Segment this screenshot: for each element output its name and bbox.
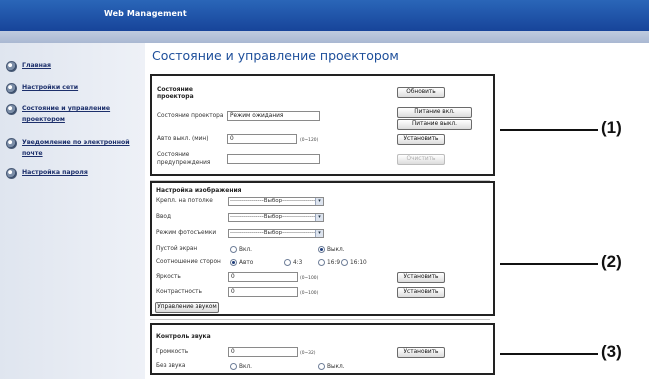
status-section: Состояние проектора Обновить Питание вкл… [150, 74, 495, 176]
app-title: Web Management [104, 9, 187, 18]
image-section: Настройка изображения Крепл. на потолке … [150, 181, 495, 316]
aspect-auto-label: Авто [239, 259, 254, 266]
image-heading: Настройка изображения [156, 187, 242, 194]
mute-off-label: Выкл. [327, 363, 345, 370]
sidebar-item-label[interactable]: Главная [22, 60, 137, 71]
mute-off-radio[interactable]: Выкл. [318, 363, 345, 370]
mute-label: Без звука [156, 363, 186, 369]
contrast-input[interactable]: 0 [228, 287, 298, 297]
bullet-icon [6, 104, 17, 115]
chevron-down-icon: ▾ [315, 214, 323, 221]
contrast-hint: (0~100) [300, 291, 319, 296]
sound-control-button[interactable]: Управление звуком [155, 302, 219, 313]
brightness-input[interactable]: 0 [228, 272, 298, 282]
blank-on-radio[interactable]: Вкл. [230, 246, 252, 253]
volume-label: Громкость [156, 349, 189, 355]
blank-screen-label: Пустой экран [156, 246, 198, 252]
page-title: Состояние и управление проектором [152, 48, 399, 63]
aspect-auto-radio[interactable]: Авто [230, 259, 253, 266]
sidebar-item-home[interactable]: Главная [6, 60, 137, 72]
aspect-16-9-label: 16:9 [327, 259, 341, 266]
radio-icon [284, 259, 291, 266]
callout-line-1 [500, 129, 598, 131]
auto-off-label: Авто выкл. (мин) [157, 136, 209, 142]
aspect-16-9-radio[interactable]: 16:9 [318, 259, 340, 266]
chevron-down-icon: ▾ [315, 230, 323, 237]
input-select-value: -----------------Выбор----------------- [230, 214, 316, 220]
input-select[interactable]: -----------------Выбор----------------- … [228, 213, 324, 222]
sidebar-item-projector[interactable]: Состояние и управление проектором [6, 103, 137, 125]
sidebar-item-label[interactable]: Настройка пароля [22, 167, 137, 178]
radio-selected-icon [230, 259, 237, 266]
bullet-icon [6, 61, 17, 72]
projector-state-field[interactable]: Режим ожидания [227, 111, 320, 121]
radio-icon [230, 246, 237, 253]
volume-input[interactable]: 0 [228, 347, 298, 357]
clear-button[interactable]: Очистить [397, 154, 445, 165]
radio-icon [230, 363, 237, 370]
aspect-4-3-label: 4:3 [293, 259, 303, 266]
sidebar-item-email[interactable]: Уведомление по электронной почте [6, 137, 137, 159]
projector-state-label: Состояние проектора [157, 113, 224, 119]
blank-on-label: Вкл. [239, 246, 253, 253]
callout-line-3 [500, 353, 598, 355]
auto-off-set-button[interactable]: Установить [397, 134, 445, 145]
bullet-icon [6, 168, 17, 179]
ceiling-select-value: -----------------Выбор----------------- [230, 198, 316, 204]
input-label: Ввод [156, 214, 171, 220]
sub-header-bar [0, 31, 649, 43]
sound-section: Контроль звука Громкость 0 (0~32) Устано… [150, 323, 495, 375]
radio-icon [341, 259, 348, 266]
photo-mode-select-value: -----------------Выбор----------------- [230, 230, 316, 236]
refresh-button[interactable]: Обновить [397, 87, 445, 98]
callout-label-1: (1) [601, 118, 622, 137]
callout-label-2: (2) [601, 252, 622, 271]
radio-icon [318, 363, 325, 370]
bullet-icon [6, 83, 17, 94]
power-off-button[interactable]: Питание выкл. [397, 119, 472, 130]
ceiling-label: Крепл. на потолке [156, 198, 213, 204]
power-on-button[interactable]: Питание вкл. [397, 107, 472, 118]
aspect-ratio-label: Соотношение сторон [156, 259, 221, 265]
photo-mode-label: Режим фотосъемки [156, 230, 217, 236]
sidebar-item-label[interactable]: Уведомление по электронной почте [22, 137, 137, 159]
volume-set-button[interactable]: Установить [397, 347, 445, 358]
divider [150, 319, 490, 320]
sidebar-item-network[interactable]: Настройки сети [6, 82, 137, 94]
contrast-label: Контрастность [156, 289, 202, 295]
status-heading: Состояние проектора [157, 86, 194, 100]
photo-mode-select[interactable]: -----------------Выбор----------------- … [228, 229, 324, 238]
chevron-down-icon: ▾ [315, 198, 323, 205]
aspect-16-10-radio[interactable]: 16:10 [341, 259, 367, 266]
aspect-4-3-radio[interactable]: 4:3 [284, 259, 302, 266]
warning-label: Состояние предупреждения [157, 152, 211, 166]
callout-line-2 [500, 263, 598, 265]
aspect-16-10-label: 16:10 [350, 259, 367, 266]
brightness-label: Яркость [156, 274, 181, 280]
blank-off-radio[interactable]: Выкл. [318, 246, 345, 253]
radio-icon [318, 259, 325, 266]
radio-selected-icon [318, 246, 325, 253]
sound-heading: Контроль звука [156, 333, 211, 340]
mute-on-radio[interactable]: Вкл. [230, 363, 252, 370]
callout-label-3: (3) [601, 342, 622, 361]
bullet-icon [6, 138, 17, 149]
ceiling-select[interactable]: -----------------Выбор----------------- … [228, 197, 324, 206]
blank-off-label: Выкл. [327, 246, 345, 253]
auto-off-hint: (0~120) [300, 138, 319, 143]
sidebar: Главная Настройки сети Состояние и управ… [0, 43, 145, 379]
brightness-set-button[interactable]: Установить [397, 272, 445, 283]
sidebar-item-label[interactable]: Настройки сети [22, 82, 137, 93]
mute-on-label: Вкл. [239, 363, 253, 370]
warning-field[interactable] [227, 154, 320, 164]
brightness-hint: (0~100) [300, 276, 319, 281]
auto-off-input[interactable]: 0 [227, 134, 297, 144]
volume-hint: (0~32) [300, 351, 316, 356]
sidebar-item-label[interactable]: Состояние и управление проектором [22, 103, 137, 125]
contrast-set-button[interactable]: Установить [397, 287, 445, 298]
sidebar-item-password[interactable]: Настройка пароля [6, 167, 137, 179]
header-bar: Web Management [0, 0, 649, 31]
